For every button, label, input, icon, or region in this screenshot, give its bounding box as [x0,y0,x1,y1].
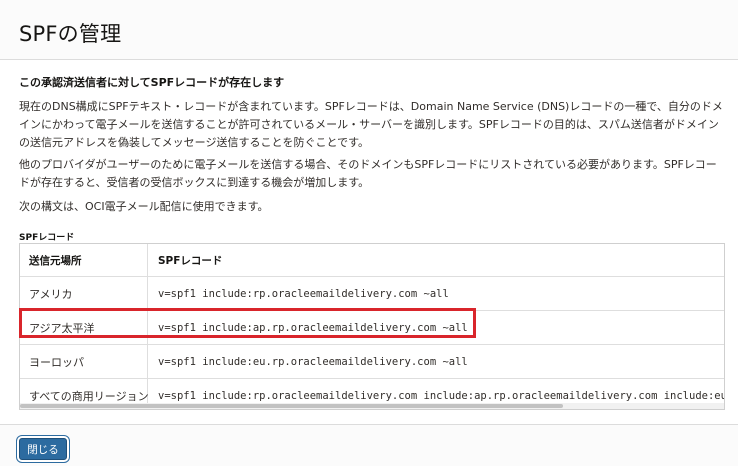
table-row: アメリカ v=spf1 include:rp.oracleemaildelive… [20,277,724,311]
column-header-location: 送信元場所 [20,244,148,276]
spf-description-paragraph: 現在のDNS構成にSPFテキスト・レコードが含まれています。SPFレコードは、D… [19,100,723,149]
location-cell: ヨーロッパ [20,345,148,378]
column-header-spf-record: SPFレコード [158,254,223,267]
dialog-header: SPFの管理 [0,0,738,60]
spf-record-cell[interactable]: v=spf1 include:ap.rp.oracleemaildelivery… [149,311,724,344]
close-button[interactable]: 閉じる [19,438,67,460]
table-header-row: 送信元場所 SPFレコード [20,244,724,277]
table-row: ヨーロッパ v=spf1 include:eu.rp.oracleemailde… [20,345,724,379]
syntax-paragraph: 次の構文は、OCI電子メール配信に使用できます。 [19,200,269,213]
spf-records-table: 送信元場所 SPFレコード アメリカ v=spf1 include:rp.ora… [19,243,725,410]
scrollbar-thumb[interactable] [20,404,563,408]
location-cell: アジア太平洋 [20,311,148,344]
spf-record-cell[interactable]: v=spf1 include:eu.rp.oracleemaildelivery… [149,345,724,378]
spf-exists-heading: この承認済送信者に対してSPFレコードが存在します [19,76,285,89]
horizontal-scrollbar[interactable] [20,403,724,409]
location-cell: アメリカ [20,277,148,310]
table-row: アジア太平洋 v=spf1 include:ap.rp.oracleemaild… [20,311,724,345]
spf-record-cell[interactable]: v=spf1 include:rp.oracleemaildelivery.co… [149,277,724,310]
dialog-footer: 閉じる [0,424,738,466]
dialog-title: SPFの管理 [19,22,122,46]
table-caption: SPFレコード [19,233,75,243]
provider-paragraph: 他のプロバイダがユーザーのために電子メールを送信する場合、そのドメインもSPFレ… [19,158,717,189]
